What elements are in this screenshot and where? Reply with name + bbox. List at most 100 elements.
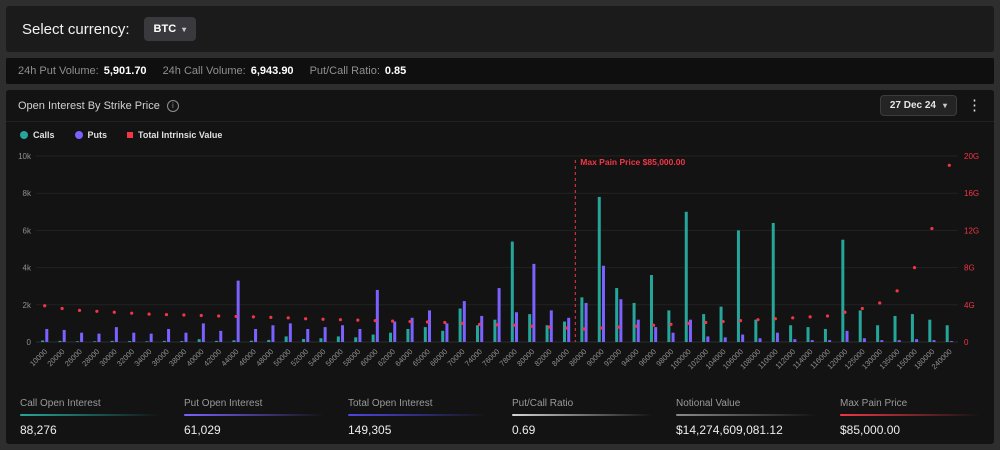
stat-value: 0.69 (512, 423, 536, 437)
intrinsic-dot (130, 311, 134, 315)
put-bar (862, 338, 866, 342)
x-tick-label: 20000 (45, 347, 66, 368)
x-tick-label: 56000 (324, 347, 345, 368)
left-axis-tick: 8k (23, 189, 32, 198)
call-bar (215, 340, 219, 342)
stat-max-pain-price: Max Pain Price $85,000.00 (840, 398, 980, 437)
info-icon[interactable]: i (166, 99, 179, 112)
call-bar (858, 310, 862, 342)
x-tick-label: 84000 (550, 347, 571, 368)
intrinsic-dot (408, 319, 412, 324)
put-bar (915, 339, 919, 342)
put-bar (323, 327, 327, 342)
x-tick-label: 52000 (289, 347, 310, 368)
legend-item-calls[interactable]: Calls (20, 130, 55, 140)
stat-value: 149,305 (348, 423, 392, 437)
right-axis-tick: 8G (964, 264, 975, 273)
put-bar (601, 265, 605, 342)
put-bar (897, 340, 901, 342)
stat-notional-value: Notional Value $14,274,609,081.12 (676, 398, 816, 437)
x-tick-label: 70000 (446, 347, 467, 368)
call-bar (719, 306, 723, 342)
x-tick-label: 28000 (80, 347, 101, 368)
put-bar (706, 336, 710, 342)
x-tick-label: 92000 (602, 347, 623, 368)
put-bar (149, 333, 153, 342)
stat-value: $85,000.00 (840, 423, 901, 437)
call-bar (75, 341, 79, 342)
x-tick-label: 44000 (219, 347, 240, 368)
put-bar (167, 328, 171, 342)
call-bar (528, 314, 532, 342)
chevron-down-icon: ▾ (942, 101, 947, 110)
stat-underline (676, 414, 816, 416)
intrinsic-dot (443, 320, 447, 325)
intrinsic-dot (756, 318, 760, 322)
call-bar (319, 338, 323, 342)
call-bar (493, 319, 497, 342)
call-bar (423, 327, 427, 342)
x-tick-label: 30000 (98, 347, 119, 368)
call-bar (128, 341, 132, 342)
intrinsic-dot (878, 301, 882, 305)
call-bar (145, 341, 149, 342)
put-bar (480, 315, 484, 342)
right-axis-tick: 0 (964, 338, 969, 347)
currency-dropdown[interactable]: BTC ▾ (143, 17, 197, 41)
put-bar (758, 338, 762, 342)
call-bar (736, 230, 740, 342)
put-bar (514, 312, 518, 342)
call-volume-label: 24h Call Volume: (162, 65, 246, 77)
put-bar (375, 289, 379, 342)
intrinsic-dot (77, 308, 82, 312)
put-call-ratio-label: Put/Call Ratio: (309, 65, 380, 77)
call-bar (58, 340, 62, 342)
currency-dropdown-value: BTC (153, 23, 177, 35)
put-bar (219, 330, 223, 342)
intrinsic-dot (530, 324, 534, 328)
stat-underline (348, 414, 488, 416)
intrinsic-dot (199, 313, 203, 318)
legend-item-puts[interactable]: Puts (74, 130, 107, 140)
put-call-ratio-value: 0.85 (384, 65, 407, 77)
call-bar (267, 339, 271, 342)
intrinsic-dot (338, 318, 343, 322)
intrinsic-dot (912, 266, 917, 270)
call-bar (93, 341, 97, 342)
put-bar (201, 323, 205, 342)
chart-legend: Calls Puts Total Intrinsic Value (6, 122, 994, 142)
intrinsic-dot (791, 316, 795, 320)
put-bar (828, 340, 832, 342)
stat-value: 88,276 (20, 423, 57, 437)
left-axis-tick: 10k (18, 152, 32, 161)
call-bar (649, 275, 653, 342)
intrinsic-dot (860, 306, 864, 311)
intrinsic-dot (269, 315, 273, 319)
legend-item-intrinsic[interactable]: Total Intrinsic Value (127, 130, 222, 140)
kebab-menu-icon[interactable]: ⋮ (967, 98, 982, 113)
put-bar (62, 329, 66, 342)
x-tick-label: 26000 (63, 347, 84, 368)
intrinsic-dot (164, 312, 169, 317)
intrinsic-dot (43, 304, 47, 308)
call-bar (249, 340, 253, 342)
call-bar (510, 241, 514, 342)
intrinsic-dot (60, 306, 64, 311)
intrinsic-dot (669, 322, 673, 326)
intrinsic-dot (234, 314, 238, 319)
expiry-dropdown[interactable]: 27 Dec 24 ▾ (879, 95, 957, 116)
x-tick-label: 50000 (272, 347, 293, 368)
intrinsic-dot (738, 319, 743, 323)
put-bar (45, 328, 49, 342)
stat-label: Total Open Interest (348, 398, 433, 409)
put-bar (741, 334, 745, 342)
x-tick-label: 62000 (376, 347, 397, 368)
stat-call-open-interest: Call Open Interest 88,276 (20, 398, 160, 437)
call-bar (110, 340, 114, 342)
x-tick-label: 82000 (532, 347, 553, 368)
call-bar (162, 340, 166, 342)
stat-underline (20, 414, 160, 416)
call-bar (823, 328, 827, 342)
call-bar (458, 308, 462, 342)
intrinsic-dot (512, 323, 516, 327)
